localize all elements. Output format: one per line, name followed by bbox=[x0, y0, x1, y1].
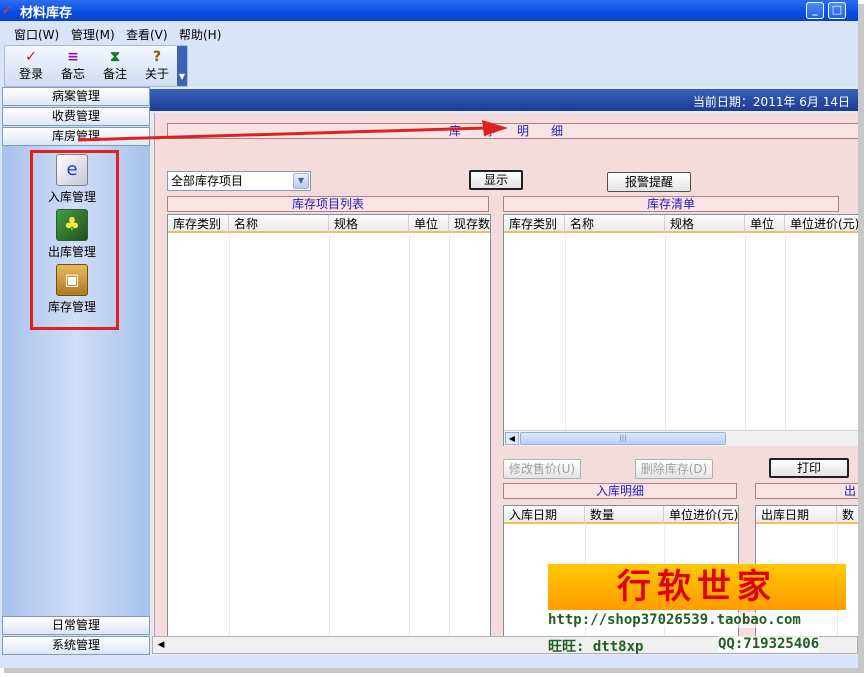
help-icon: ? bbox=[152, 49, 162, 65]
watermark-url: http://shop37026539.taobao.com bbox=[548, 612, 801, 628]
nav-section-system[interactable]: 系统管理 bbox=[2, 636, 150, 655]
watermark-title: 行软世家 bbox=[617, 567, 777, 607]
scroll-left-icon[interactable]: ◀ bbox=[505, 432, 519, 445]
memo-icon: ≡ bbox=[67, 49, 79, 65]
show-button[interactable]: 显示 bbox=[469, 170, 523, 190]
menu-manage[interactable]: 管理(M) bbox=[71, 26, 115, 43]
out-detail-title: 出 bbox=[755, 483, 858, 499]
inventory-filter-select[interactable]: 全部库存项目 ▼ bbox=[167, 171, 311, 191]
left-list-title: 库存项目列表 bbox=[167, 196, 489, 212]
menu-bar: 窗口(W) 管理(M) 查看(V) 帮助(H) bbox=[0, 21, 858, 45]
date-bar: 当前日期：2011年 6月 14日 bbox=[150, 89, 858, 111]
scroll-thumb[interactable]: ||| bbox=[520, 432, 726, 445]
table-header: 入库日期 数量 单位进价(元) bbox=[504, 506, 738, 524]
edit-price-button[interactable]: 修改售价(U) bbox=[503, 459, 581, 479]
page-shadow bbox=[4, 668, 864, 673]
menu-view[interactable]: 查看(V) bbox=[126, 26, 168, 43]
table-header: 库存类别 名称 规格 单位 单位进价(元) bbox=[504, 215, 858, 233]
toolbar: ✓ 登录 ≡ 备忘 ⧗ 备注 ? 关于 ▼ bbox=[4, 45, 188, 87]
right-list-title: 库存清单 bbox=[503, 196, 839, 212]
nav-section-daily[interactable]: 日常管理 bbox=[2, 616, 150, 635]
status-bar bbox=[0, 655, 858, 668]
watermark-qq: QQ:719325406 bbox=[718, 636, 820, 652]
chevron-down-icon[interactable]: ▼ bbox=[293, 173, 309, 189]
inventory-list[interactable]: 库存类别 名称 规格 单位 单位进价(元) bbox=[503, 214, 858, 446]
note-icon: ⧗ bbox=[110, 49, 120, 65]
table-header: 库存类别 名称 规格 单位 现存数 bbox=[168, 215, 490, 233]
about-button[interactable]: ? 关于 bbox=[137, 48, 177, 86]
pen-icon: ✓ bbox=[25, 49, 37, 65]
table-header: 出库日期 数 bbox=[756, 506, 858, 524]
delete-stock-button[interactable]: 删除库存(D) bbox=[635, 459, 713, 479]
window-title: 材料库存 bbox=[20, 6, 73, 21]
annotation-highlight-box bbox=[30, 150, 119, 330]
inventory-item-list[interactable]: 库存类别 名称 规格 单位 现存数 bbox=[167, 214, 491, 652]
right-list-scrollbar[interactable]: ◀ ||| bbox=[504, 430, 858, 446]
nav-section-billing[interactable]: 收费管理 bbox=[2, 107, 150, 126]
nav-section-warehouse[interactable]: 库房管理 bbox=[2, 127, 150, 146]
menu-help[interactable]: 帮助(H) bbox=[179, 26, 221, 43]
note-button[interactable]: ⧗ 备注 bbox=[95, 48, 135, 86]
in-detail-title: 入库明细 bbox=[503, 483, 737, 499]
menu-window[interactable]: 窗口(W) bbox=[14, 26, 59, 43]
maximize-button[interactable]: □ bbox=[828, 2, 846, 19]
main-title: 库存明细 bbox=[167, 123, 858, 139]
login-button[interactable]: ✓ 登录 bbox=[11, 48, 51, 86]
print-button[interactable]: 打印 bbox=[769, 458, 849, 478]
toolbar-overflow-icon[interactable]: ▼ bbox=[177, 46, 187, 86]
page-shadow bbox=[858, 4, 864, 672]
alarm-button[interactable]: 报警提醒 bbox=[607, 172, 691, 192]
memo-button[interactable]: ≡ 备忘 bbox=[53, 48, 93, 86]
nav-section-medical-records[interactable]: 病案管理 bbox=[2, 87, 150, 106]
minimize-button[interactable]: _ bbox=[806, 2, 824, 19]
current-date: 当前日期：2011年 6月 14日 bbox=[692, 95, 850, 109]
app-icon: ✓ bbox=[2, 3, 13, 17]
scroll-left-icon[interactable]: ◀ bbox=[154, 638, 168, 652]
watermark-wangwang: 旺旺: dtt8xp bbox=[548, 639, 644, 655]
title-bar[interactable]: ✓ 材料库存 _ □ bbox=[0, 0, 858, 21]
